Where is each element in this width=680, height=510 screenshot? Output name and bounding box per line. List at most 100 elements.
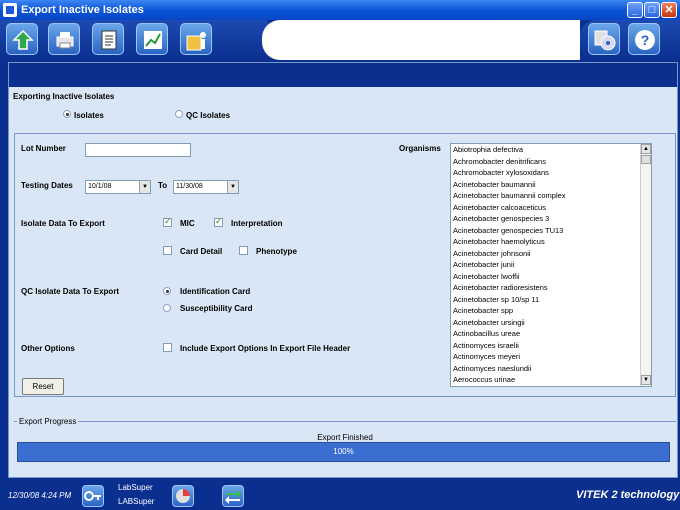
minimize-button[interactable]: _ — [627, 2, 643, 18]
qc-isolates-radio[interactable] — [175, 110, 183, 118]
help-icon: ? — [635, 30, 655, 50]
organism-list-item[interactable]: Actinomyces israelii — [451, 340, 651, 352]
close-button[interactable]: ✕ — [661, 2, 677, 18]
card-detail-checkbox[interactable] — [163, 246, 172, 255]
scroll-thumb[interactable] — [641, 155, 651, 164]
isolates-radio-label: Isolates — [74, 111, 104, 120]
chart-icon — [144, 31, 162, 49]
organism-list-item[interactable]: Acinetobacter sp 10/sp 11 — [451, 294, 651, 306]
identification-card-radio[interactable] — [163, 287, 171, 295]
disc-button[interactable] — [588, 23, 620, 55]
export-status: Export Finished — [317, 433, 373, 442]
organism-list-item[interactable]: Actinomyces meyeri — [451, 351, 651, 363]
svg-text:?: ? — [641, 32, 650, 48]
testing-dates-label: Testing Dates — [21, 181, 73, 190]
window-title: Export Inactive Isolates — [21, 4, 144, 16]
home-button[interactable] — [6, 23, 38, 55]
status-datetime: 12/30/08 4:24 PM — [8, 491, 72, 500]
organisms-label: Organisms — [399, 144, 441, 153]
susceptibility-card-radio[interactable] — [163, 304, 171, 312]
mic-label: MIC — [180, 219, 195, 228]
organisms-scrollbar[interactable]: ▲ ▼ — [640, 144, 651, 386]
home-icon — [12, 29, 34, 50]
scroll-down-icon[interactable]: ▼ — [641, 375, 651, 385]
organism-list-item[interactable]: Acinetobacter johnsonii — [451, 248, 651, 260]
mic-checkbox[interactable] — [163, 216, 172, 227]
pie-chart-icon — [176, 489, 190, 503]
organism-list-item[interactable]: Acinetobacter baumannii — [451, 179, 651, 191]
maximize-button[interactable]: □ — [644, 2, 660, 18]
transfer-icon — [225, 490, 241, 504]
disc-icon — [594, 30, 616, 51]
qc-isolates-radio-label: QC Isolates — [186, 111, 231, 120]
other-options-label: Other Options — [21, 344, 75, 353]
identification-card-label: Identification Card — [180, 287, 251, 296]
organism-list-item[interactable]: Acinetobacter genospecies TU13 — [451, 225, 651, 237]
organism-list-item[interactable]: Aerococcus viridans — [451, 386, 651, 387]
title-bar: Export Inactive Isolates _ □ ✕ — [0, 0, 680, 20]
date-to-select[interactable]: 11/30/08 ▼ — [173, 180, 239, 194]
key-button[interactable] — [82, 485, 104, 507]
phenotype-label: Phenotype — [256, 247, 297, 256]
app-icon — [3, 3, 17, 17]
document-list-button[interactable] — [92, 23, 124, 55]
organisms-items: Abiotrophia defectiva Achromobacter denit… — [451, 144, 651, 387]
toolbar-right-panel: ? — [580, 20, 680, 60]
interpretation-checkbox[interactable] — [214, 216, 223, 227]
organism-list-item[interactable]: Achromobacter denitrificans — [451, 156, 651, 168]
isolates-radio[interactable] — [63, 110, 71, 118]
organism-list-item[interactable]: Acinetobacter calcoaceticus — [451, 202, 651, 214]
user-info-button[interactable] — [180, 23, 212, 55]
organisms-list[interactable]: Abiotrophia defectiva Achromobacter denit… — [450, 143, 652, 387]
main-pane: Exporting Inactive Isolates Isolates QC … — [8, 62, 678, 478]
phenotype-checkbox[interactable] — [239, 246, 248, 255]
card-detail-label: Card Detail — [180, 247, 223, 256]
toolbar-left-panel — [0, 20, 268, 60]
user-info-icon — [186, 32, 206, 51]
key-icon — [84, 491, 101, 501]
application-window: Export Inactive Isolates _ □ ✕ ? Exporti… — [0, 0, 680, 510]
organism-list-item[interactable]: Acinetobacter ursingii — [451, 317, 651, 329]
date-from-value: 10/1/08 — [88, 183, 112, 190]
organism-list-item[interactable]: Acinetobacter baumannii complex — [451, 190, 651, 202]
organism-list-item[interactable]: Acinetobacter genospecies 3 — [451, 213, 651, 225]
isolate-data-label: Isolate Data To Export — [21, 219, 105, 228]
reset-button[interactable]: Reset — [22, 378, 64, 395]
transfer-button[interactable] — [222, 485, 244, 507]
lot-number-label: Lot Number — [21, 144, 66, 153]
export-progress-label: Export Progress — [17, 417, 79, 426]
chevron-down-icon[interactable]: ▼ — [227, 181, 238, 193]
chart-button[interactable] — [136, 23, 168, 55]
organism-list-item[interactable]: Acinetobacter junii — [451, 259, 651, 271]
include-header-checkbox[interactable] — [163, 343, 172, 352]
organism-list-item[interactable]: Actinomyces naeslundii — [451, 363, 651, 375]
print-button[interactable] — [48, 23, 80, 55]
organism-list-item[interactable]: Acinetobacter spp — [451, 305, 651, 317]
brand-label: VITEK 2 technology — [576, 489, 680, 501]
status-bar: 12/30/08 4:24 PM LabSuper LABSuper VITEK… — [0, 482, 680, 510]
lot-number-input[interactable] — [85, 143, 191, 157]
export-progress-panel: Export Progress Export Finished 100% — [14, 417, 676, 477]
toolbar: ? — [0, 20, 680, 60]
susceptibility-card-label: Susceptibility Card — [180, 304, 253, 313]
printer-icon — [56, 32, 74, 49]
organism-list-item[interactable]: Abiotrophia defectiva — [451, 144, 651, 156]
chevron-down-icon[interactable]: ▼ — [139, 181, 150, 193]
help-button[interactable]: ? — [628, 23, 660, 55]
organism-list-item[interactable]: Achromobacter xylosoxidans — [451, 167, 651, 179]
user-id: LABSuper — [118, 497, 155, 506]
date-from-select[interactable]: 10/1/08 ▼ — [85, 180, 151, 194]
organism-list-item[interactable]: Acinetobacter lwoffii — [451, 271, 651, 283]
organism-list-item[interactable]: Acinetobacter radioresistens — [451, 282, 651, 294]
section-title: Exporting Inactive Isolates — [13, 92, 115, 101]
qc-data-label: QC Isolate Data To Export — [21, 287, 120, 296]
organism-list-item[interactable]: Aerococcus urinae — [451, 374, 651, 386]
chart-status-button[interactable] — [172, 485, 194, 507]
progress-bar: 100% — [17, 442, 670, 462]
interpretation-label: Interpretation — [231, 219, 283, 228]
organism-list-item[interactable]: Actinobacillus ureae — [451, 328, 651, 340]
document-list-icon — [101, 30, 117, 50]
organism-list-item[interactable]: Acinetobacter haemolyticus — [451, 236, 651, 248]
include-header-label: Include Export Options In Export File He… — [180, 344, 351, 353]
scroll-up-icon[interactable]: ▲ — [641, 144, 651, 154]
